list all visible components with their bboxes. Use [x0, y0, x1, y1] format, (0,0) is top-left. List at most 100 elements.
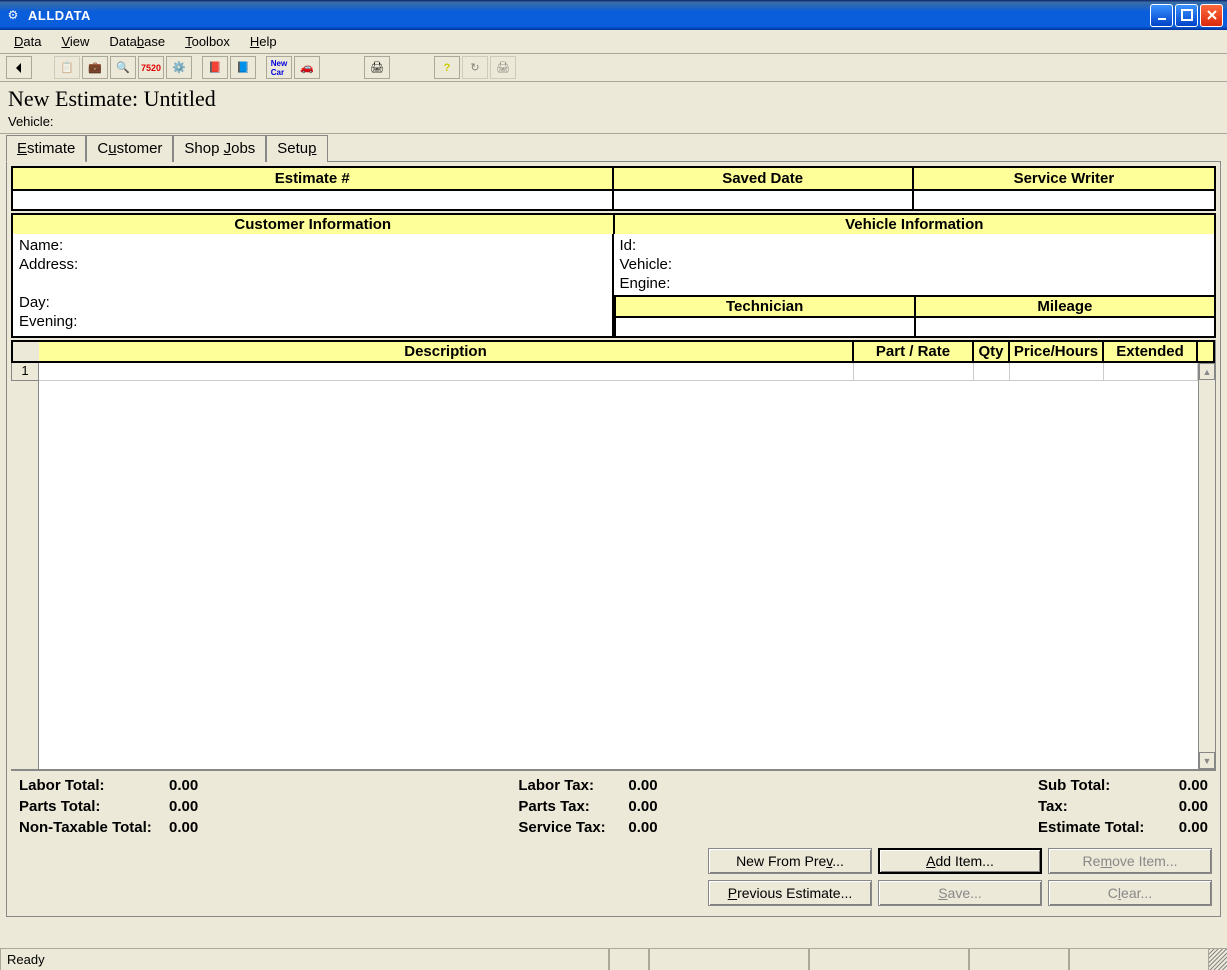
col-price-hours: Price/Hours	[1010, 340, 1104, 363]
cell-pricehours-1[interactable]	[1010, 363, 1104, 380]
cell-qty-1[interactable]	[974, 363, 1010, 380]
col-vehicle-info: Vehicle Information	[615, 215, 1215, 234]
scroll-down-icon[interactable]: ▼	[1199, 752, 1215, 769]
col-description: Description	[39, 340, 854, 363]
row-numbers: 1	[11, 363, 39, 769]
previous-estimate-button[interactable]: Previous Estimate...	[708, 880, 872, 906]
menu-view[interactable]: View	[51, 32, 99, 51]
sub-total-label: Sub Total:	[1038, 777, 1168, 794]
labor-total-value: 0.00	[169, 777, 229, 794]
tech-mileage-row[interactable]	[614, 318, 1217, 338]
vertical-scrollbar[interactable]: ▲ ▼	[1198, 363, 1215, 769]
col-extended: Extended	[1104, 340, 1198, 363]
tab-estimate[interactable]: Estimate	[6, 135, 86, 162]
tab-shop-jobs[interactable]: Shop Jobs	[173, 135, 266, 162]
col-part-rate: Part / Rate	[854, 340, 974, 363]
parts-total-label: Parts Total:	[19, 798, 169, 815]
customer-evening-label: Evening:	[19, 312, 606, 331]
service-tax-label: Service Tax:	[518, 819, 628, 836]
row-header-corner	[11, 340, 39, 363]
title-bar: ⚙ ALLDATA	[0, 0, 1227, 30]
tool-refresh-icon: ↻	[462, 56, 488, 79]
menu-database[interactable]: Database	[99, 32, 175, 51]
status-ready: Ready	[0, 949, 609, 970]
line-items-grid: Description Part / Rate Qty Price/Hours …	[11, 340, 1216, 770]
tool-check-icon[interactable]: 📘	[230, 56, 256, 79]
row-number-1[interactable]: 1	[11, 363, 38, 381]
status-bar: Ready	[0, 948, 1227, 970]
cell-description-1[interactable]	[39, 363, 854, 380]
tax-value: 0.00	[1168, 798, 1208, 815]
cell-extended-1[interactable]	[1104, 363, 1198, 380]
vehicle-label: Vehicle:	[8, 114, 1219, 129]
main-panel: Estimate # Saved Date Service Writer Cus…	[6, 161, 1221, 917]
app-title: ALLDATA	[28, 8, 1150, 23]
tool-car-icon[interactable]: 🚗	[294, 56, 320, 79]
tool-code-icon[interactable]: 7520	[138, 56, 164, 79]
status-pane-6	[1069, 949, 1209, 970]
toolbar: 📋 💼 🔍 7520 ⚙️ 📕 📘 NewCar 🚗 🖨 ? ↻ 🖨	[0, 54, 1227, 82]
cust-veh-header: Customer Information Vehicle Information	[11, 213, 1216, 234]
service-writer-value[interactable]	[914, 191, 1214, 209]
estimate-no-value[interactable]	[13, 191, 614, 209]
technician-value[interactable]	[614, 318, 914, 336]
back-button[interactable]	[6, 56, 32, 79]
tab-customer[interactable]: Customer	[86, 135, 173, 162]
tech-mileage-header: Technician Mileage	[614, 297, 1217, 318]
parts-tax-label: Parts Tax:	[518, 798, 628, 815]
tool-folder-icon[interactable]: 💼	[82, 56, 108, 79]
tool-help-icon[interactable]: ?	[434, 56, 460, 79]
vehicle-info-box[interactable]: Id: Vehicle: Engine:	[614, 234, 1217, 297]
parts-total-value: 0.00	[169, 798, 229, 815]
grid-row-1[interactable]	[39, 363, 1198, 381]
remove-item-button: Remove Item...	[1048, 848, 1212, 874]
status-pane-4	[809, 949, 969, 970]
tabs: Estimate Customer Shop Jobs Setup	[0, 134, 1227, 161]
document-header: New Estimate: Untitled Vehicle:	[0, 82, 1227, 134]
vehicle-vehicle-label: Vehicle:	[620, 255, 1209, 274]
add-item-button[interactable]: Add Item...	[878, 848, 1042, 874]
labor-tax-label: Labor Tax:	[518, 777, 628, 794]
app-icon: ⚙	[4, 6, 22, 24]
col-customer-info: Customer Information	[13, 215, 615, 234]
col-technician: Technician	[614, 297, 914, 318]
tool-book-icon[interactable]: 📕	[202, 56, 228, 79]
minimize-button[interactable]	[1150, 4, 1173, 27]
customer-info-box[interactable]: Name: Address: Day: Evening:	[11, 234, 614, 338]
tool-print2-icon: 🖨	[490, 56, 516, 79]
col-saved-date: Saved Date	[614, 168, 914, 189]
maximize-button[interactable]	[1175, 4, 1198, 27]
menu-data[interactable]: Data	[4, 32, 51, 51]
grid-cells[interactable]	[39, 363, 1198, 769]
document-title: New Estimate: Untitled	[8, 86, 1219, 112]
menu-toolbox[interactable]: Toolbox	[175, 32, 240, 51]
saved-date-value[interactable]	[614, 191, 914, 209]
tool-search-icon[interactable]: 🔍	[110, 56, 136, 79]
tool-gear-icon[interactable]: ⚙️	[166, 56, 192, 79]
tool-new-car-icon[interactable]: NewCar	[266, 56, 292, 79]
status-pane-3	[649, 949, 809, 970]
status-pane-5	[969, 949, 1069, 970]
estimate-data-row[interactable]	[11, 191, 1216, 211]
close-button[interactable]	[1200, 4, 1223, 27]
scroll-header-spacer	[1198, 340, 1215, 363]
clear-button: Clear...	[1048, 880, 1212, 906]
customer-address-label: Address:	[19, 255, 606, 274]
tool-icon-1: 📋	[54, 56, 80, 79]
action-buttons: New From Prev... Add Item... Remove Item…	[11, 842, 1216, 912]
new-from-prev-button[interactable]: New From Prev...	[708, 848, 872, 874]
resize-grip-icon[interactable]	[1209, 949, 1227, 970]
tab-setup[interactable]: Setup	[266, 135, 327, 162]
save-button: Save...	[878, 880, 1042, 906]
estimate-header-row: Estimate # Saved Date Service Writer	[11, 166, 1216, 191]
mileage-value[interactable]	[914, 318, 1214, 336]
nontax-total-value: 0.00	[169, 819, 229, 836]
estimate-total-label: Estimate Total:	[1038, 819, 1168, 836]
menu-help[interactable]: Help	[240, 32, 287, 51]
customer-name-label: Name:	[19, 236, 606, 255]
tool-print-icon[interactable]: 🖨	[364, 56, 390, 79]
cell-partrate-1[interactable]	[854, 363, 974, 380]
scroll-up-icon[interactable]: ▲	[1199, 363, 1215, 380]
sub-total-value: 0.00	[1168, 777, 1208, 794]
cust-veh-body: Name: Address: Day: Evening: Id: Vehicle…	[11, 234, 1216, 338]
